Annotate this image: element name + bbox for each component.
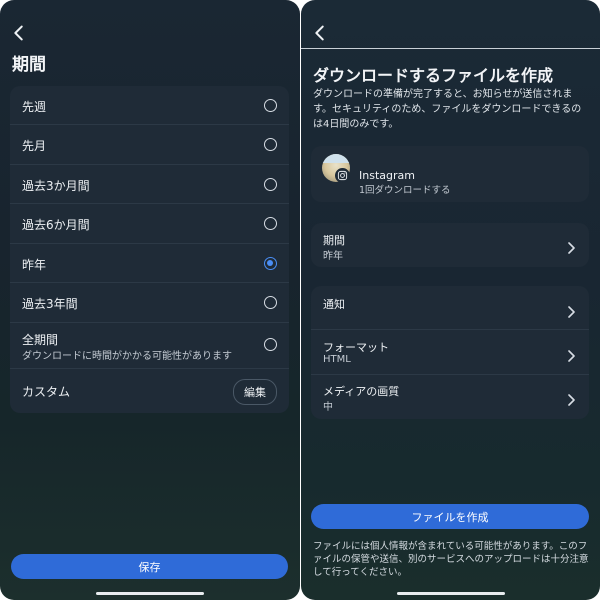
back-arrow-icon[interactable] bbox=[309, 22, 331, 44]
radio-selected-icon[interactable] bbox=[264, 257, 277, 270]
period-value: 昨年 bbox=[323, 251, 343, 262]
create-file-button[interactable]: ファイルを作成 bbox=[311, 504, 589, 529]
period-options-list: 先週 先月 過去3か月間 過去6か月間 昨年 過去3年間 全期間 ダウンロードに… bbox=[10, 86, 289, 413]
page-title: ダウンロードするファイルを作成 bbox=[313, 66, 554, 85]
quality-label: メディアの画質 bbox=[323, 385, 400, 398]
option-label: 過去6か月間 bbox=[22, 218, 90, 232]
option-label: 昨年 bbox=[22, 258, 47, 272]
option-custom: カスタム 編集 bbox=[10, 369, 289, 413]
chevron-right-icon bbox=[567, 347, 575, 362]
privacy-note: ファイルには個人情報が含まれている可能性があります。このファイルの保管や送信、別… bbox=[313, 541, 589, 578]
edit-button[interactable]: 編集 bbox=[233, 379, 277, 405]
chevron-right-icon bbox=[567, 391, 575, 406]
back-arrow-icon[interactable] bbox=[8, 22, 30, 44]
format-label: フォーマット bbox=[323, 341, 389, 354]
custom-label: カスタム bbox=[22, 385, 71, 399]
period-row[interactable]: 期間 昨年 bbox=[311, 223, 589, 267]
chevron-right-icon bbox=[567, 239, 575, 254]
home-indicator bbox=[96, 592, 204, 595]
page-title: 期間 bbox=[12, 55, 46, 75]
option-label: 先月 bbox=[22, 139, 47, 153]
media-quality-row[interactable]: メディアの画質 中 bbox=[311, 375, 589, 419]
format-row[interactable]: フォーマット HTML bbox=[311, 330, 589, 375]
option-last-year[interactable]: 昨年 bbox=[10, 244, 289, 283]
period-label: 期間 bbox=[323, 234, 345, 247]
radio-icon[interactable] bbox=[264, 296, 277, 309]
option-last-week[interactable]: 先週 bbox=[10, 86, 289, 125]
header-divider bbox=[301, 48, 600, 49]
save-button[interactable]: 保存 bbox=[11, 554, 288, 579]
option-label: 全期間 bbox=[22, 333, 59, 347]
account-name: Instagram bbox=[359, 169, 415, 182]
option-last-month[interactable]: 先月 bbox=[10, 125, 289, 165]
option-sublabel: ダウンロードに時間がかかる可能性があります bbox=[22, 351, 232, 362]
option-last-6-months[interactable]: 過去6か月間 bbox=[10, 204, 289, 244]
create-file-screen: ダウンロードするファイルを作成 ダウンロードの準備が完了すると、お知らせが送信さ… bbox=[301, 0, 600, 600]
account-detail: 1回ダウンロードする bbox=[359, 185, 451, 196]
option-all-time[interactable]: 全期間 ダウンロードに時間がかかる可能性があります bbox=[10, 323, 289, 369]
home-indicator bbox=[397, 592, 505, 595]
account-card: Instagram 1回ダウンロードする bbox=[311, 146, 589, 202]
radio-icon[interactable] bbox=[264, 138, 277, 151]
notify-label: 通知 bbox=[323, 298, 345, 311]
period-screen: 期間 先週 先月 過去3か月間 過去6か月間 昨年 過去3年間 全期間 ダウンロ… bbox=[0, 0, 300, 600]
option-label: 過去3年間 bbox=[22, 297, 78, 311]
radio-icon[interactable] bbox=[264, 178, 277, 191]
option-label: 過去3か月間 bbox=[22, 179, 90, 193]
quality-value: 中 bbox=[323, 402, 333, 413]
settings-card: 通知 フォーマット HTML メディアの画質 中 bbox=[311, 286, 589, 419]
instagram-icon bbox=[335, 168, 350, 183]
radio-icon[interactable] bbox=[264, 217, 277, 230]
format-value: HTML bbox=[323, 354, 351, 365]
chevron-right-icon bbox=[567, 303, 575, 318]
description: ダウンロードの準備が完了すると、お知らせが送信されます。セキュリティのため、ファ… bbox=[313, 89, 582, 130]
radio-icon[interactable] bbox=[264, 338, 277, 351]
option-label: 先週 bbox=[22, 100, 47, 114]
radio-icon[interactable] bbox=[264, 99, 277, 112]
notify-row[interactable]: 通知 bbox=[311, 286, 589, 330]
option-last-3-months[interactable]: 過去3か月間 bbox=[10, 165, 289, 204]
option-last-3-years[interactable]: 過去3年間 bbox=[10, 283, 289, 323]
